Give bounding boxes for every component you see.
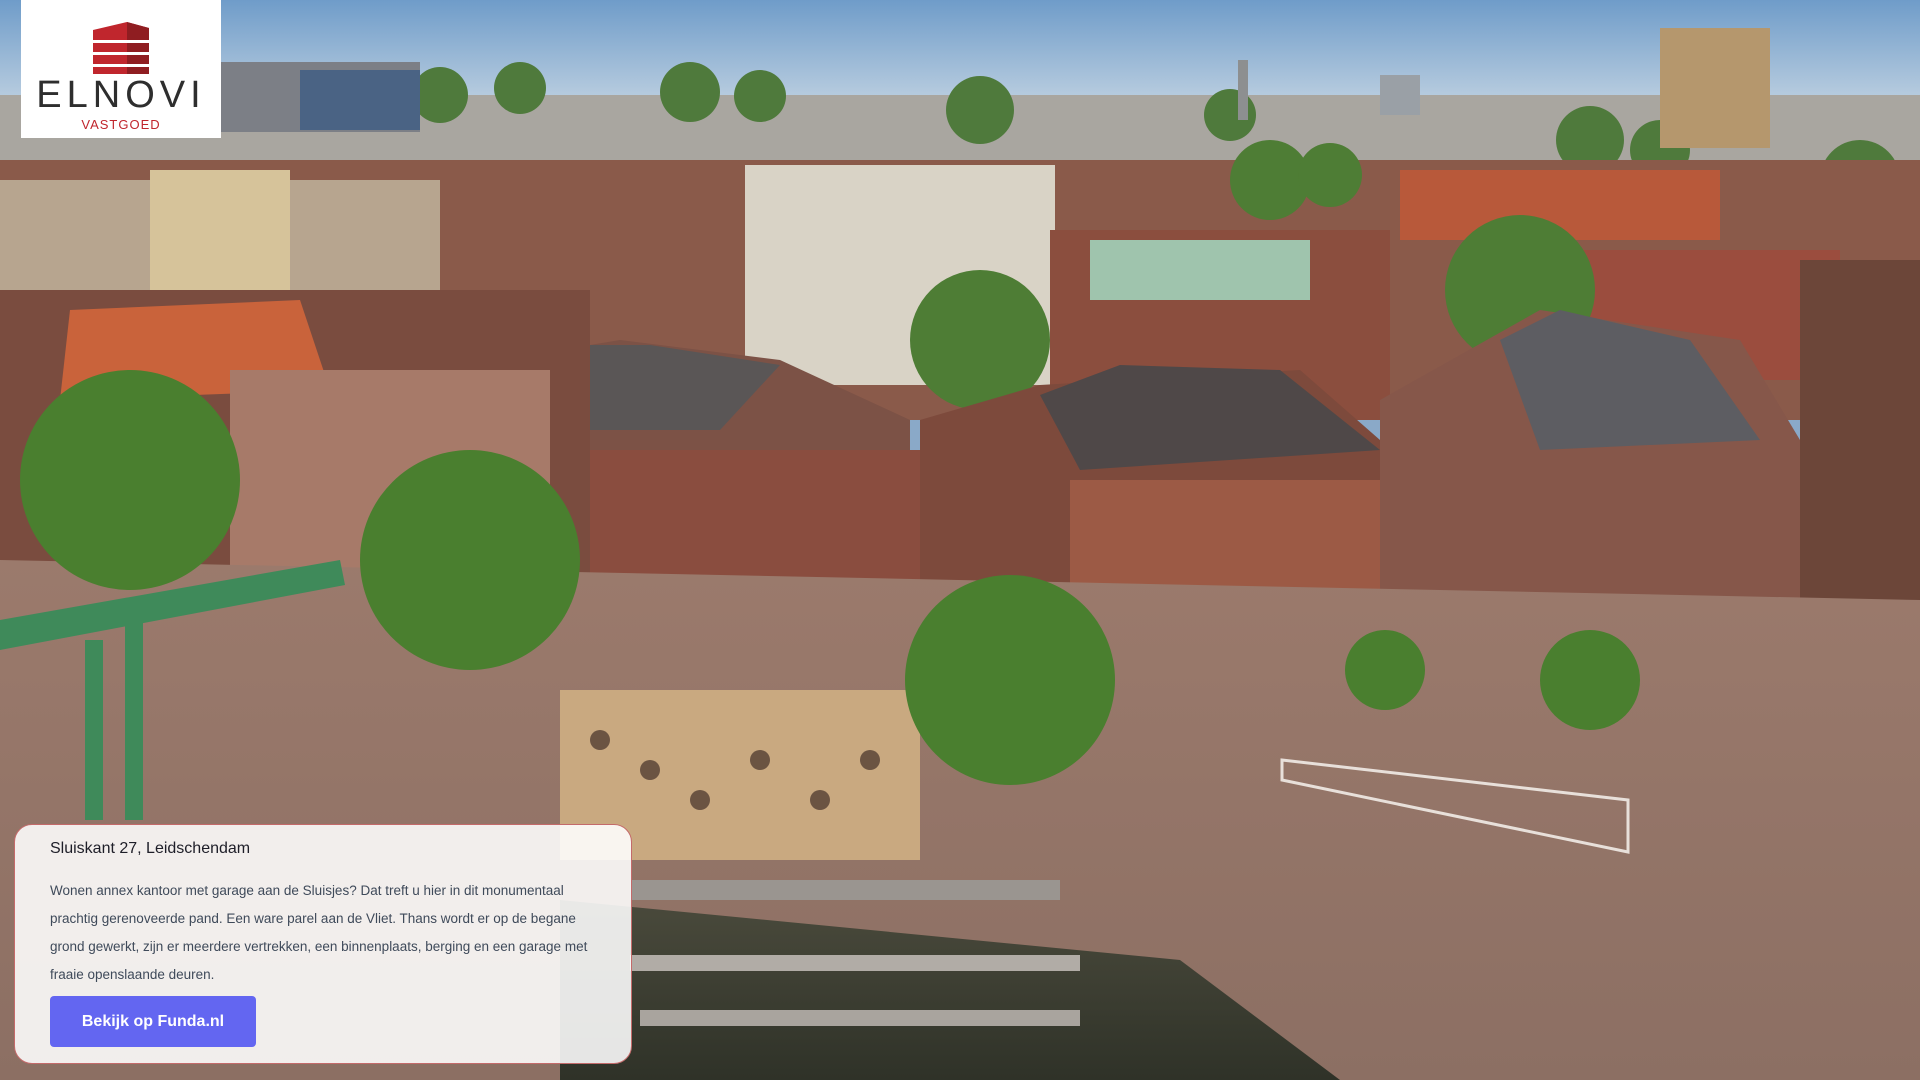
stacked-bars-building-icon — [93, 22, 149, 74]
hero-section: ELNOVI VASTGOED Sluiskant 27, Leidschend… — [0, 0, 1920, 1080]
view-on-funda-button[interactable]: Bekijk op Funda.nl — [50, 996, 256, 1047]
listing-address: Sluiskant 27, Leidschendam — [50, 840, 251, 857]
listing-description: Wonen annex kantoor met garage aan de Sl… — [50, 883, 588, 982]
logo-tagline: VASTGOED — [81, 117, 161, 132]
listing-card: Sluiskant 27, Leidschendam Wonen annex k… — [14, 824, 632, 1064]
logo-wordmark: ELNOVI — [36, 74, 206, 116]
brand-logo[interactable]: ELNOVI VASTGOED — [21, 0, 221, 138]
